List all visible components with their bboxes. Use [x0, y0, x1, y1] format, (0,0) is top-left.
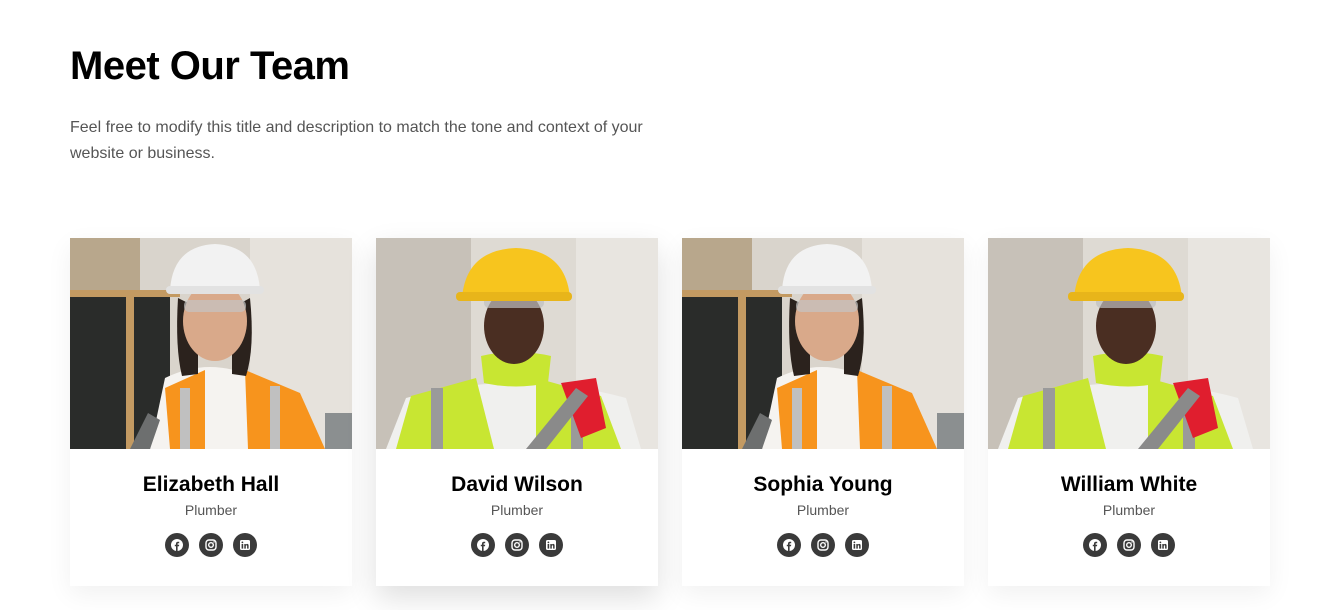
- facebook-link[interactable]: [165, 533, 189, 557]
- member-role: Plumber: [490, 502, 544, 518]
- facebook-icon: [477, 539, 489, 551]
- card-body: Sophia Young Plumber: [682, 449, 964, 557]
- team-header: Meet Our Team Feel free to modify this t…: [70, 42, 670, 167]
- linkedin-link[interactable]: [233, 533, 257, 557]
- member-name: Elizabeth Hall: [142, 473, 280, 496]
- instagram-link[interactable]: [1117, 533, 1141, 557]
- team-card: William White Plumber: [988, 238, 1270, 586]
- instagram-link[interactable]: [811, 533, 835, 557]
- linkedin-icon: [1158, 540, 1168, 550]
- linkedin-icon: [546, 540, 556, 550]
- page-description: Feel free to modify this title and descr…: [70, 119, 643, 162]
- instagram-link[interactable]: [199, 533, 223, 557]
- instagram-icon: [817, 539, 829, 551]
- instagram-link[interactable]: [505, 533, 529, 557]
- social-links: [988, 533, 1270, 557]
- team-grid: Elizabeth Hall Plumber David Wilson Plum…: [70, 238, 1270, 586]
- linkedin-icon: [240, 540, 250, 550]
- member-photo: [70, 238, 352, 449]
- member-photo: [682, 238, 964, 449]
- instagram-icon: [205, 539, 217, 551]
- instagram-icon: [1123, 539, 1135, 551]
- linkedin-link[interactable]: [845, 533, 869, 557]
- facebook-link[interactable]: [471, 533, 495, 557]
- instagram-icon: [511, 539, 523, 551]
- member-name: William White: [1060, 473, 1198, 496]
- team-card: Sophia Young Plumber: [682, 238, 964, 586]
- card-body: Elizabeth Hall Plumber: [70, 449, 352, 557]
- facebook-link[interactable]: [777, 533, 801, 557]
- social-links: [70, 533, 352, 557]
- member-role: Plumber: [184, 502, 238, 518]
- linkedin-link[interactable]: [539, 533, 563, 557]
- member-role: Plumber: [1102, 502, 1156, 518]
- facebook-icon: [783, 539, 795, 551]
- member-photo: [376, 238, 658, 449]
- member-role: Plumber: [796, 502, 850, 518]
- facebook-icon: [1089, 539, 1101, 551]
- facebook-link[interactable]: [1083, 533, 1107, 557]
- member-photo: [988, 238, 1270, 449]
- linkedin-icon: [852, 540, 862, 550]
- member-name: Sophia Young: [753, 473, 893, 496]
- page-title: Meet Our Team: [70, 44, 350, 88]
- team-card: David Wilson Plumber: [376, 238, 658, 586]
- card-body: David Wilson Plumber: [376, 449, 658, 557]
- social-links: [682, 533, 964, 557]
- team-card: Elizabeth Hall Plumber: [70, 238, 352, 586]
- linkedin-link[interactable]: [1151, 533, 1175, 557]
- facebook-icon: [171, 539, 183, 551]
- social-links: [376, 533, 658, 557]
- member-name: David Wilson: [451, 473, 583, 496]
- card-body: William White Plumber: [988, 449, 1270, 557]
